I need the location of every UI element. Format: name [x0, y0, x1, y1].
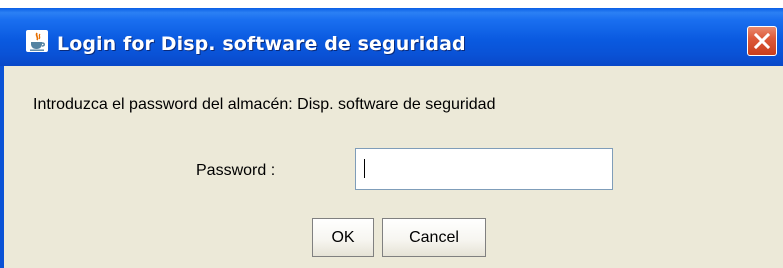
password-field[interactable] — [355, 148, 613, 190]
cancel-button[interactable]: Cancel — [382, 218, 486, 257]
password-label: Password : — [196, 162, 276, 179]
ok-button[interactable]: OK — [312, 218, 374, 257]
window-frame — [0, 66, 4, 268]
title-bar[interactable]: Login for Disp. software de seguridad — [0, 8, 783, 66]
dialog-body: Introduzca el password del almacén: Disp… — [0, 66, 783, 268]
window-title: Login for Disp. software de seguridad — [57, 33, 466, 55]
close-button[interactable] — [747, 26, 777, 56]
java-cup-icon — [26, 30, 48, 52]
close-icon — [753, 32, 771, 50]
dialog-message: Introduzca el password del almacén: Disp… — [33, 96, 496, 113]
login-dialog: Login for Disp. software de seguridad In… — [0, 8, 783, 268]
